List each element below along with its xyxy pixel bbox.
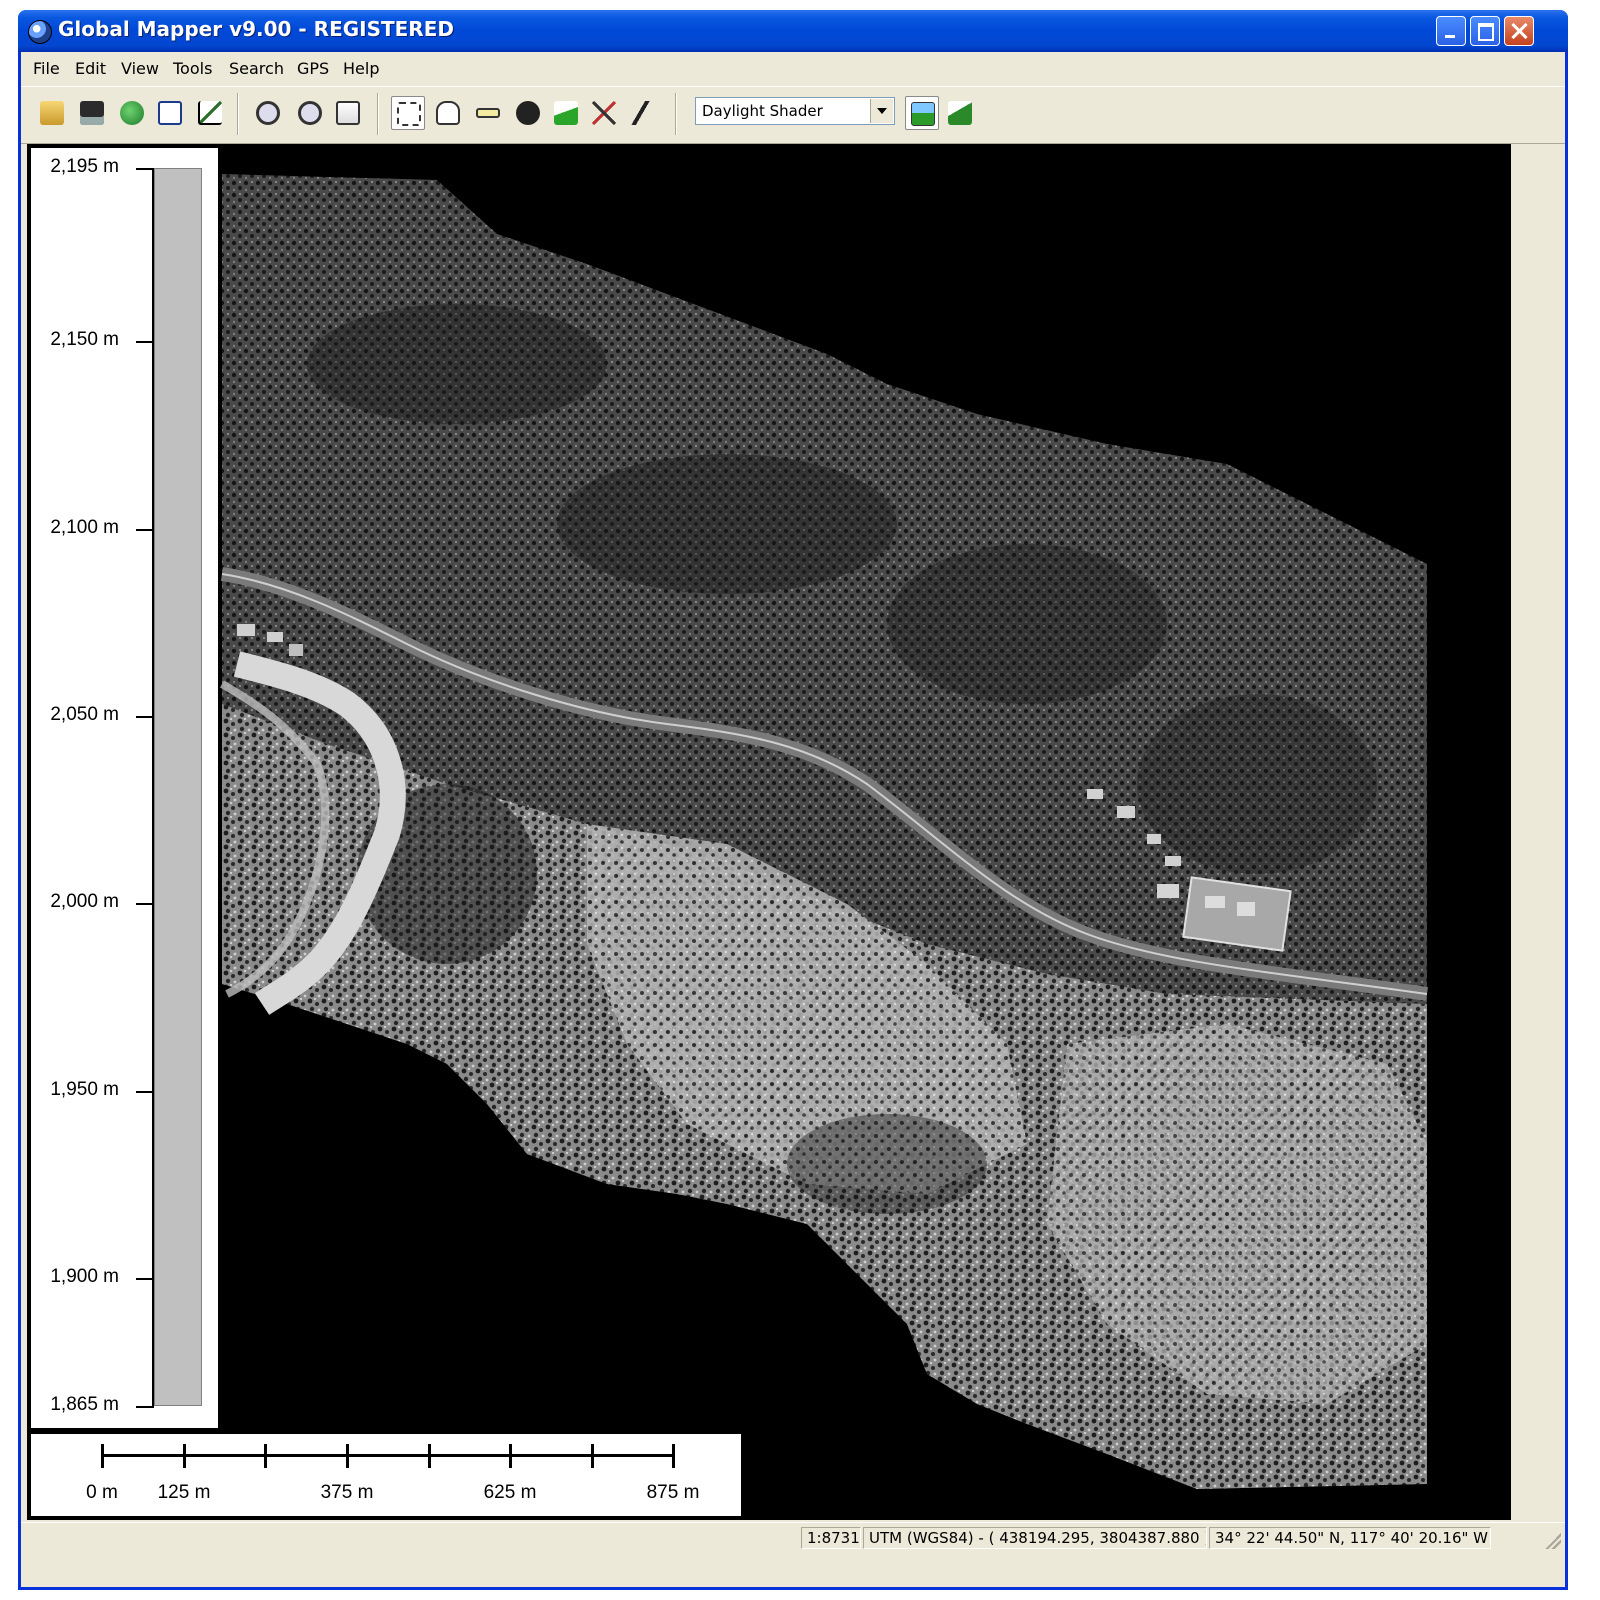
elevation-color-bar [154,168,202,1406]
menu-file[interactable]: File [33,59,60,78]
save-button[interactable] [75,96,109,130]
minimize-button[interactable] [1436,16,1466,46]
elevation-label: 2,195 m [50,156,119,177]
shader-select-value: Daylight Shader [702,102,823,120]
scale-bar: 0 m 125 m 375 m 625 m 875 m [31,1434,741,1516]
elevation-label: 2,150 m [50,329,119,350]
chart-button[interactable] [193,96,227,130]
select-tool-button[interactable] [391,96,425,130]
home-icon [336,101,360,125]
shader-settings-icon [911,102,935,126]
pan-icon [436,101,460,125]
digitizer-icon [592,101,616,125]
elevation-tick [136,1091,154,1093]
menu-view[interactable]: View [121,59,159,78]
zoom-extent-button[interactable] [153,96,187,130]
resize-grip-icon[interactable] [1545,1533,1561,1549]
close-button[interactable] [1504,16,1534,46]
3d-view-icon [948,101,972,125]
elevation-label: 1,865 m [50,1394,119,1415]
scale-tick [264,1444,267,1468]
zoom-in-button[interactable] [251,96,285,130]
elevation-tick [136,168,154,170]
elevation-label: 2,000 m [50,891,119,912]
menu-edit[interactable]: Edit [75,59,106,78]
shader-select[interactable]: Daylight Shader [695,97,895,125]
scale-tick [591,1444,594,1468]
zoom-out-icon [298,101,322,125]
zoom-in-icon [256,101,280,125]
elevation-label: 1,900 m [50,1266,119,1287]
elevation-axis [152,168,154,1406]
pan-tool-button[interactable] [431,96,465,130]
save-icon [80,101,104,125]
measure-tool-button[interactable] [471,96,505,130]
draw-tool-button[interactable] [625,96,659,130]
menu-search[interactable]: Search [229,59,284,78]
elevation-tick [136,1278,154,1280]
elevation-tick [136,341,154,343]
menu-tools[interactable]: Tools [173,59,212,78]
shader-settings-button[interactable] [905,96,939,130]
shaded-relief-raster[interactable] [27,144,1511,1520]
draw-icon [630,101,654,125]
path-profile-icon [554,101,578,125]
scale-label: 375 m [320,1482,374,1503]
maximize-button[interactable] [1470,16,1500,46]
scale-tick [672,1444,675,1468]
measure-icon [476,108,500,118]
elevation-label: 2,050 m [50,704,119,725]
menu-help[interactable]: Help [343,59,379,78]
menu-gps[interactable]: GPS [297,59,329,78]
elevation-tick [136,529,154,531]
path-profile-button[interactable] [549,96,583,130]
status-scale: 1:8731 [801,1527,861,1549]
menu-bar: File Edit View Tools Search GPS Help [21,54,1565,82]
scale-label: 125 m [157,1482,211,1503]
elevation-tick [136,716,154,718]
info-icon [516,101,540,125]
zoom-extent-icon [158,101,182,125]
app-window: Global Mapper v9.00 - REGISTERED File Ed… [18,10,1568,1590]
scale-label: 625 m [483,1482,537,1503]
select-icon [397,102,421,126]
status-projection: UTM (WGS84) - ( 438194.295, 3804387.880 … [863,1527,1207,1549]
chevron-down-icon[interactable] [870,99,893,123]
title-bar[interactable]: Global Mapper v9.00 - REGISTERED [18,10,1568,52]
scale-line [101,1454,673,1457]
scale-tick [183,1444,186,1468]
status-geo-coords: 34° 22' 44.50" N, 117° 40' 20.16" W [1209,1527,1491,1549]
info-tool-button[interactable] [511,96,545,130]
elevation-tick [136,903,154,905]
elevation-tick [136,1406,154,1408]
digitizer-button[interactable] [587,96,621,130]
scale-tick [101,1444,104,1468]
elevation-legend: 2,195 m 2,150 m 2,100 m 2,050 m 2,000 m … [31,148,218,1428]
scale-label: 875 m [646,1482,700,1503]
window-title: Global Mapper v9.00 - REGISTERED [58,17,454,41]
status-bar: 1:8731 UTM (WGS84) - ( 438194.295, 38043… [21,1522,1565,1553]
open-button[interactable] [35,96,69,130]
globe-icon [120,101,144,125]
zoom-out-button[interactable] [293,96,327,130]
elevation-label: 1,950 m [50,1079,119,1100]
scale-tick [428,1444,431,1468]
chart-icon [198,101,222,125]
toolbar: Daylight Shader [21,86,1565,144]
3d-view-button[interactable] [943,96,977,130]
map-view[interactable]: 2,195 m 2,150 m 2,100 m 2,050 m 2,000 m … [27,144,1511,1520]
globe-button[interactable] [115,96,149,130]
open-icon [40,101,64,125]
home-button[interactable] [331,96,365,130]
scale-tick [346,1444,349,1468]
globe-app-icon[interactable] [28,20,52,44]
scale-tick [509,1444,512,1468]
elevation-label: 2,100 m [50,517,119,538]
